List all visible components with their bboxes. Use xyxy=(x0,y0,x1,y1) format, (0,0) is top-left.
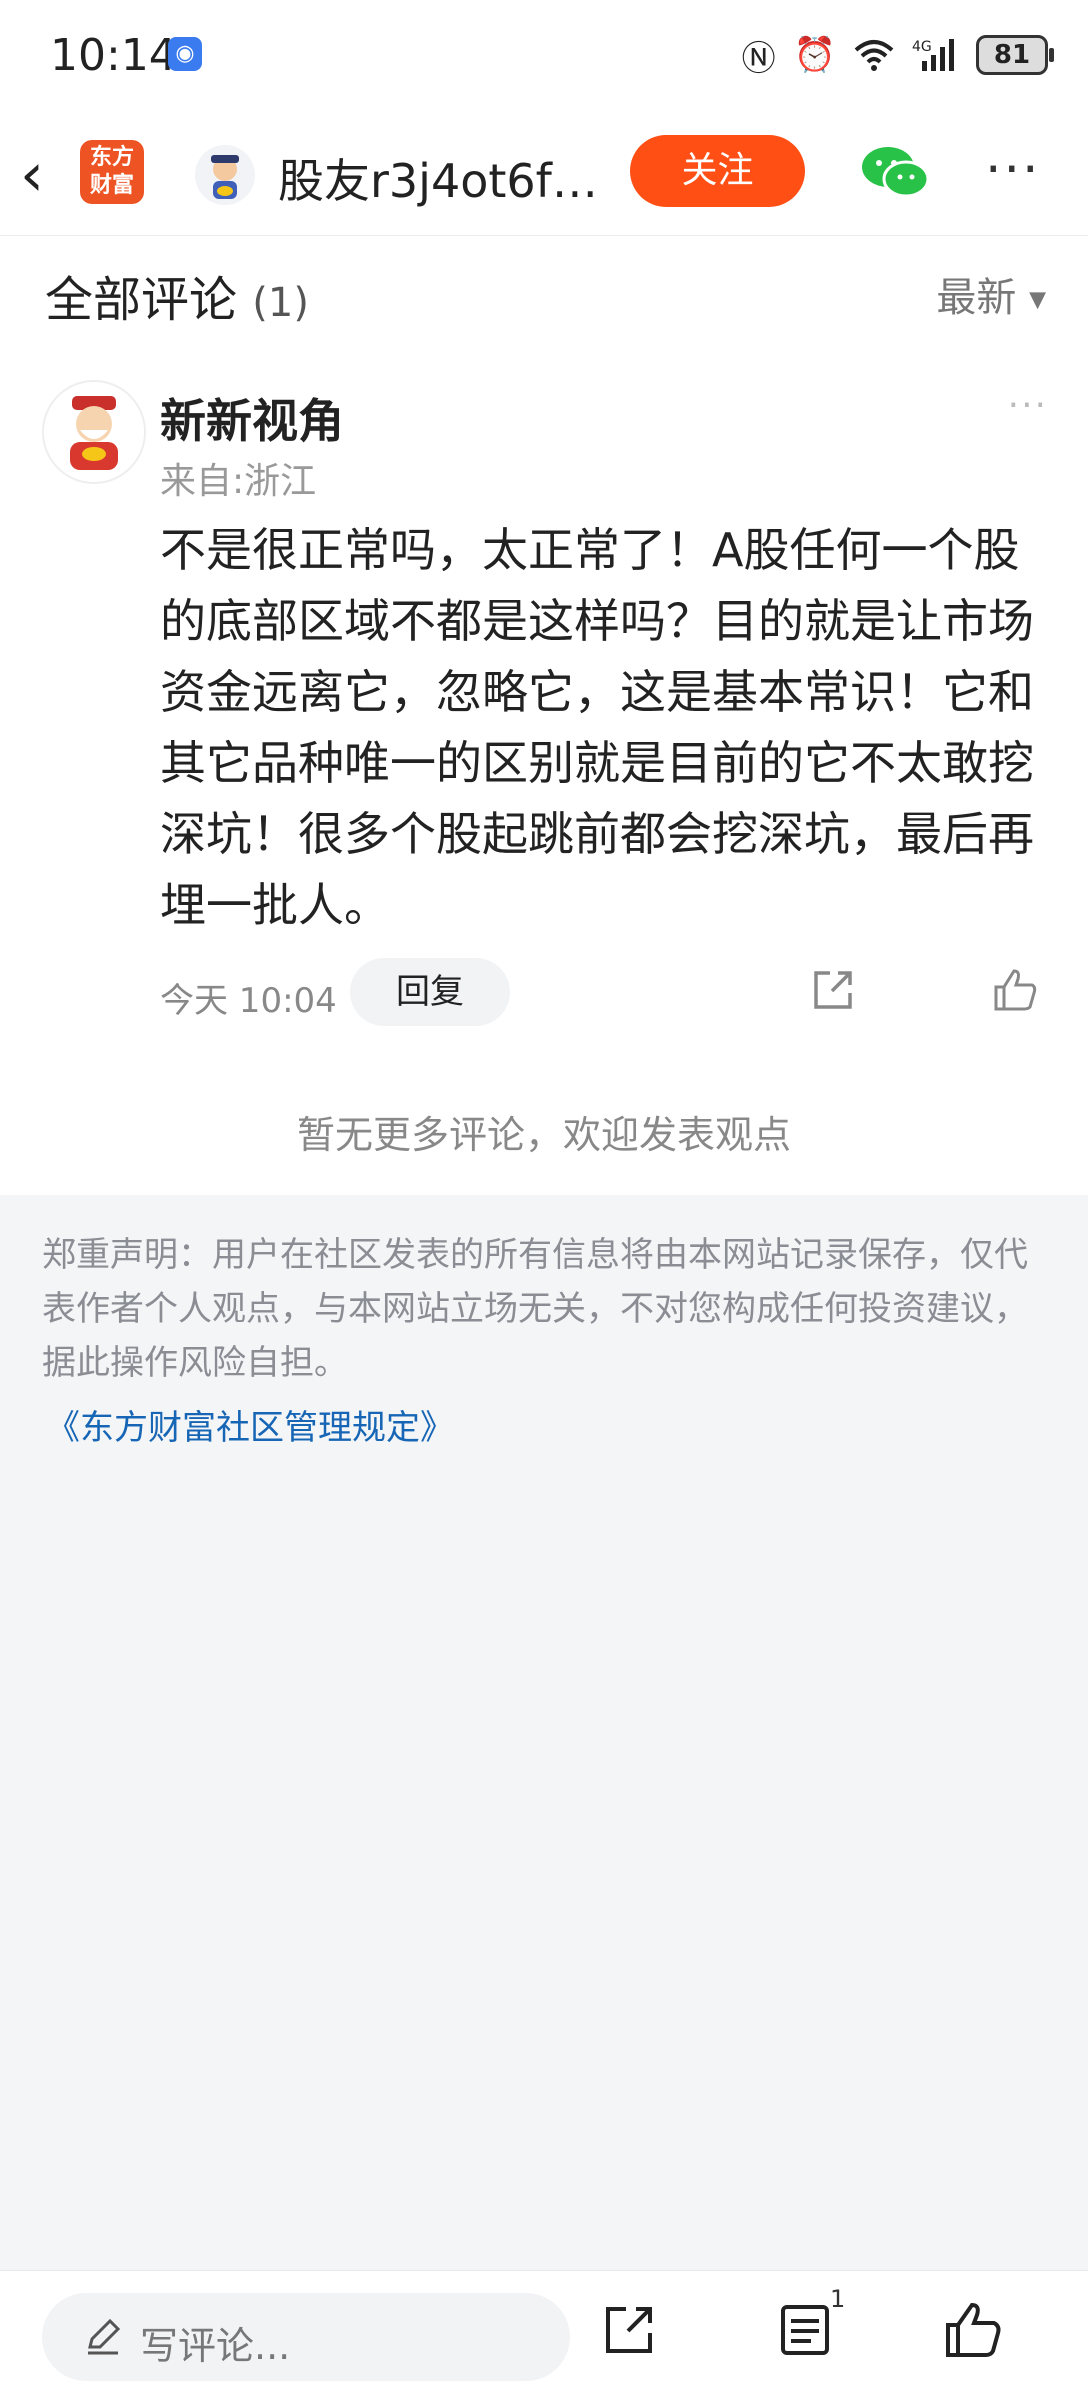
commenter-name[interactable]: 新新视角 xyxy=(160,385,344,451)
logo-line2: 财富 xyxy=(89,173,134,198)
svg-text:4G: 4G xyxy=(912,39,932,55)
sort-dropdown[interactable]: 最新 ▼ xyxy=(936,265,1046,323)
share-icon[interactable] xyxy=(808,965,858,1015)
caret-down-icon: ▼ xyxy=(1029,287,1046,313)
reply-button[interactable]: 回复 xyxy=(350,958,510,1026)
app-notification-icon: ◉ xyxy=(168,37,202,71)
logo-line1: 东方 xyxy=(89,145,134,170)
comments-count: (1) xyxy=(252,280,309,326)
thumbs-up-icon[interactable] xyxy=(942,2299,1004,2361)
signal-4g-icon: 4G xyxy=(912,39,954,71)
community-rules-link[interactable]: 《东方财富社区管理规定》 xyxy=(46,1400,454,1449)
pencil-icon xyxy=(88,2318,121,2355)
more-dots-icon[interactable]: ··· xyxy=(985,140,1041,200)
share-icon[interactable] xyxy=(600,2301,658,2359)
comments-title-text: 全部评论 xyxy=(45,272,238,328)
sort-label: 最新 xyxy=(936,275,1017,321)
battery-level: 81 xyxy=(993,40,1031,70)
status-icons: Ⓝ ⏰ 4G 81 xyxy=(741,30,1054,80)
disclaimer-text: 郑重声明：用户在社区发表的所有信息将由本网站记录保存，仅代表作者个人观点，与本网… xyxy=(42,1235,1028,1383)
commenter-avatar[interactable] xyxy=(42,380,146,484)
commenter-location: 来自:浙江 xyxy=(160,461,317,502)
page-title: 股友r3j4ot6f… xyxy=(278,154,598,208)
top-navigation-bar: ‹ 东方 财富 股友r3j4ot6f… 关注 ··· xyxy=(0,115,1088,236)
alarm-icon: ⏰ xyxy=(793,35,836,75)
write-comment-placeholder: 写评论... xyxy=(140,2324,291,2368)
battery-indicator: 81 xyxy=(976,35,1054,75)
write-comment-input[interactable]: 写评论... xyxy=(42,2293,570,2381)
nfc-icon: Ⓝ xyxy=(741,38,776,79)
chevron-left-icon[interactable]: ‹ xyxy=(20,145,44,205)
no-more-comments-text: 暂无更多评论，欢迎发表观点 xyxy=(296,1113,791,1157)
wechat-icon[interactable] xyxy=(860,145,930,199)
status-bar: 10:14 ◉ Ⓝ ⏰ 4G 81 xyxy=(0,0,1088,115)
user-avatar[interactable] xyxy=(195,145,255,205)
follow-button[interactable]: 关注 xyxy=(630,135,805,207)
comment-text: 不是很正常吗，太正常了！A股任何一个股的底部区域不都是这样吗？目的就是让市场资金… xyxy=(160,523,1034,932)
wifi-icon xyxy=(854,40,894,71)
bottom-action-bar: 写评论... 1 xyxy=(0,2270,1088,2401)
eastmoney-logo[interactable]: 东方 财富 xyxy=(80,140,144,204)
thumbs-up-icon[interactable] xyxy=(990,965,1040,1015)
comment-list-icon[interactable] xyxy=(777,2301,833,2359)
comment-more-icon[interactable]: ··· xyxy=(1008,385,1048,426)
comment-timestamp: 今天 10:04 xyxy=(160,981,337,1021)
page-top-area: 10:14 ◉ Ⓝ ⏰ 4G 81 ‹ 东方 财富 股友r3j4ot6f… 关注… xyxy=(0,0,1088,1195)
status-time: 10:14 xyxy=(50,30,177,81)
comment-count-badge: 1 xyxy=(830,2285,846,2313)
comments-title: 全部评论 (1) xyxy=(45,260,309,330)
